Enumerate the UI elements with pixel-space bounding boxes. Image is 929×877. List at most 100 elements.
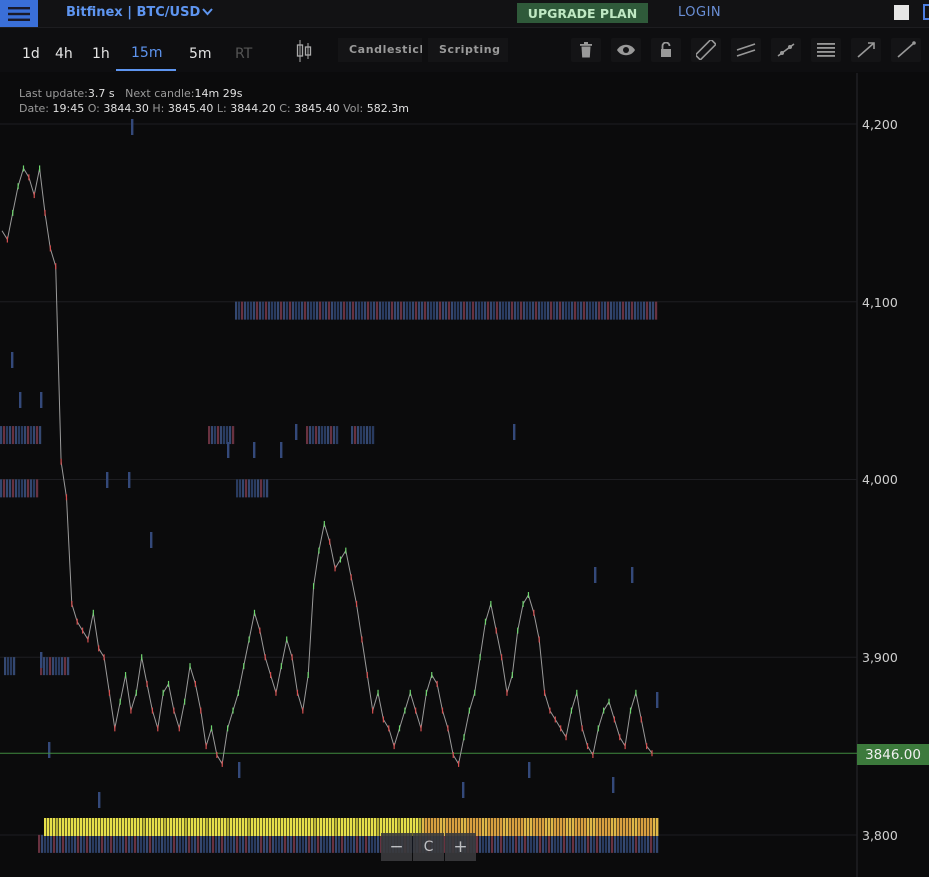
price-chart[interactable]: [0, 73, 929, 877]
orderbook-cell: [296, 834, 299, 853]
orderbook-cell: [286, 301, 289, 320]
fullscreen-icon[interactable]: [894, 5, 909, 20]
orderbook-cell: [253, 301, 256, 320]
window-icon[interactable]: [923, 4, 929, 20]
chart-type-dropdown[interactable]: Candlestick: [338, 38, 422, 62]
timeframe-5m[interactable]: 5m: [189, 46, 212, 62]
scripting-button[interactable]: Scripting: [428, 38, 508, 62]
eye-icon[interactable]: [611, 38, 641, 62]
orderbook-cell: [364, 301, 367, 320]
orderbook-cell: [215, 818, 218, 836]
orderbook-cell: [656, 692, 659, 708]
orderbook-cell: [0, 426, 3, 445]
orderbook-cell: [50, 834, 53, 853]
orderbook-cell: [327, 426, 330, 445]
orderbook-cell: [373, 301, 376, 320]
orderbook-cell: [149, 818, 152, 836]
orderbook-cell: [614, 818, 617, 836]
orderbook-cell: [236, 818, 239, 836]
orderbook-cell: [605, 818, 608, 836]
pair-selector[interactable]: Bitfinex | BTC/USD: [66, 5, 213, 20]
orderbook-cell: [227, 442, 230, 458]
orderbook-cell: [513, 424, 516, 440]
orderbook-cell: [584, 818, 587, 836]
orderbook-cell: [476, 834, 479, 853]
orderbook-cell: [448, 301, 451, 320]
line-icon[interactable]: [891, 38, 921, 62]
horizontal-lines-icon[interactable]: [811, 38, 841, 62]
orderbook-cell: [110, 834, 113, 853]
orderbook-cell: [257, 834, 260, 853]
orderbook-cell: [521, 818, 524, 836]
timeframe-15m[interactable]: 15m: [131, 45, 162, 61]
orderbook-cell: [361, 301, 364, 320]
orderbook-cell: [265, 301, 268, 320]
orderbook-cell: [559, 301, 562, 320]
orderbook-cell: [278, 818, 281, 836]
orderbook-cell: [655, 301, 658, 320]
upgrade-plan-button[interactable]: UPGRADE PLAN: [517, 3, 648, 23]
price-tick: 3,900: [862, 650, 898, 665]
orderbook-cell: [472, 301, 475, 320]
orderbook-cell: [36, 479, 39, 498]
orderbook-cell: [551, 818, 554, 836]
orderbook-cell: [266, 818, 269, 836]
hamburger-icon[interactable]: [0, 0, 38, 27]
orderbook-cell: [506, 818, 509, 836]
orderbook-cell: [592, 301, 595, 320]
orderbook-cell: [371, 834, 374, 853]
ruler-icon[interactable]: [691, 38, 721, 62]
orderbook-cell: [182, 818, 185, 836]
orderbook-cell: [371, 818, 374, 836]
parallel-lines-icon[interactable]: [731, 38, 761, 62]
active-timeframe-indicator: [116, 69, 176, 71]
timeframe-1d[interactable]: 1d: [22, 46, 40, 62]
orderbook-cell: [101, 818, 104, 836]
orderbook-cell: [599, 834, 602, 853]
orderbook-cell: [140, 818, 143, 836]
zoom-out-button[interactable]: −: [381, 833, 412, 861]
candlestick-icon[interactable]: [296, 40, 312, 66]
orderbook-cell: [343, 301, 346, 320]
trash-icon[interactable]: [571, 38, 601, 62]
orderbook-cell: [322, 301, 325, 320]
orderbook-cell: [272, 818, 275, 836]
login-link[interactable]: LOGIN: [678, 5, 721, 20]
lock-icon[interactable]: [651, 38, 681, 62]
orderbook-cell: [554, 834, 557, 853]
orderbook-cell: [179, 818, 182, 836]
orderbook-cell: [251, 818, 254, 836]
orderbook-cell: [284, 834, 287, 853]
orderbook-cell: [43, 657, 46, 676]
orderbook-cell: [137, 818, 140, 836]
zoom-reset-button[interactable]: C: [413, 833, 444, 861]
zoom-in-button[interactable]: +: [445, 833, 476, 861]
orderbook-cell: [113, 818, 116, 836]
timeframe-1h[interactable]: 1h: [92, 46, 110, 62]
orderbook-cell: [173, 818, 176, 836]
orderbook-cell: [209, 834, 212, 853]
orderbook-cell: [521, 834, 524, 853]
orderbook-cell: [250, 301, 253, 320]
orderbook-cell: [143, 834, 146, 853]
timeframe-4h[interactable]: 4h: [55, 46, 73, 62]
orderbook-cell: [119, 818, 122, 836]
top-bar: Bitfinex | BTC/USD UPGRADE PLAN LOGIN: [0, 0, 929, 28]
orderbook-cell: [95, 834, 98, 853]
orderbook-cell: [545, 818, 548, 836]
orderbook-cell: [442, 301, 445, 320]
orderbook-cell: [560, 834, 563, 853]
orderbook-cell: [385, 301, 388, 320]
timeframe-rt[interactable]: RT: [235, 46, 252, 62]
orderbook-cell: [203, 818, 206, 836]
orderbook-cell: [107, 818, 110, 836]
ray-icon[interactable]: [851, 38, 881, 62]
orderbook-cell: [502, 301, 505, 320]
orderbook-cell: [409, 301, 412, 320]
trendline-icon[interactable]: [771, 38, 801, 62]
orderbook-cell: [262, 301, 265, 320]
orderbook-cell: [67, 657, 70, 676]
orderbook-cell: [65, 834, 68, 853]
orderbook-cell: [415, 301, 418, 320]
orderbook-cell: [3, 426, 6, 445]
